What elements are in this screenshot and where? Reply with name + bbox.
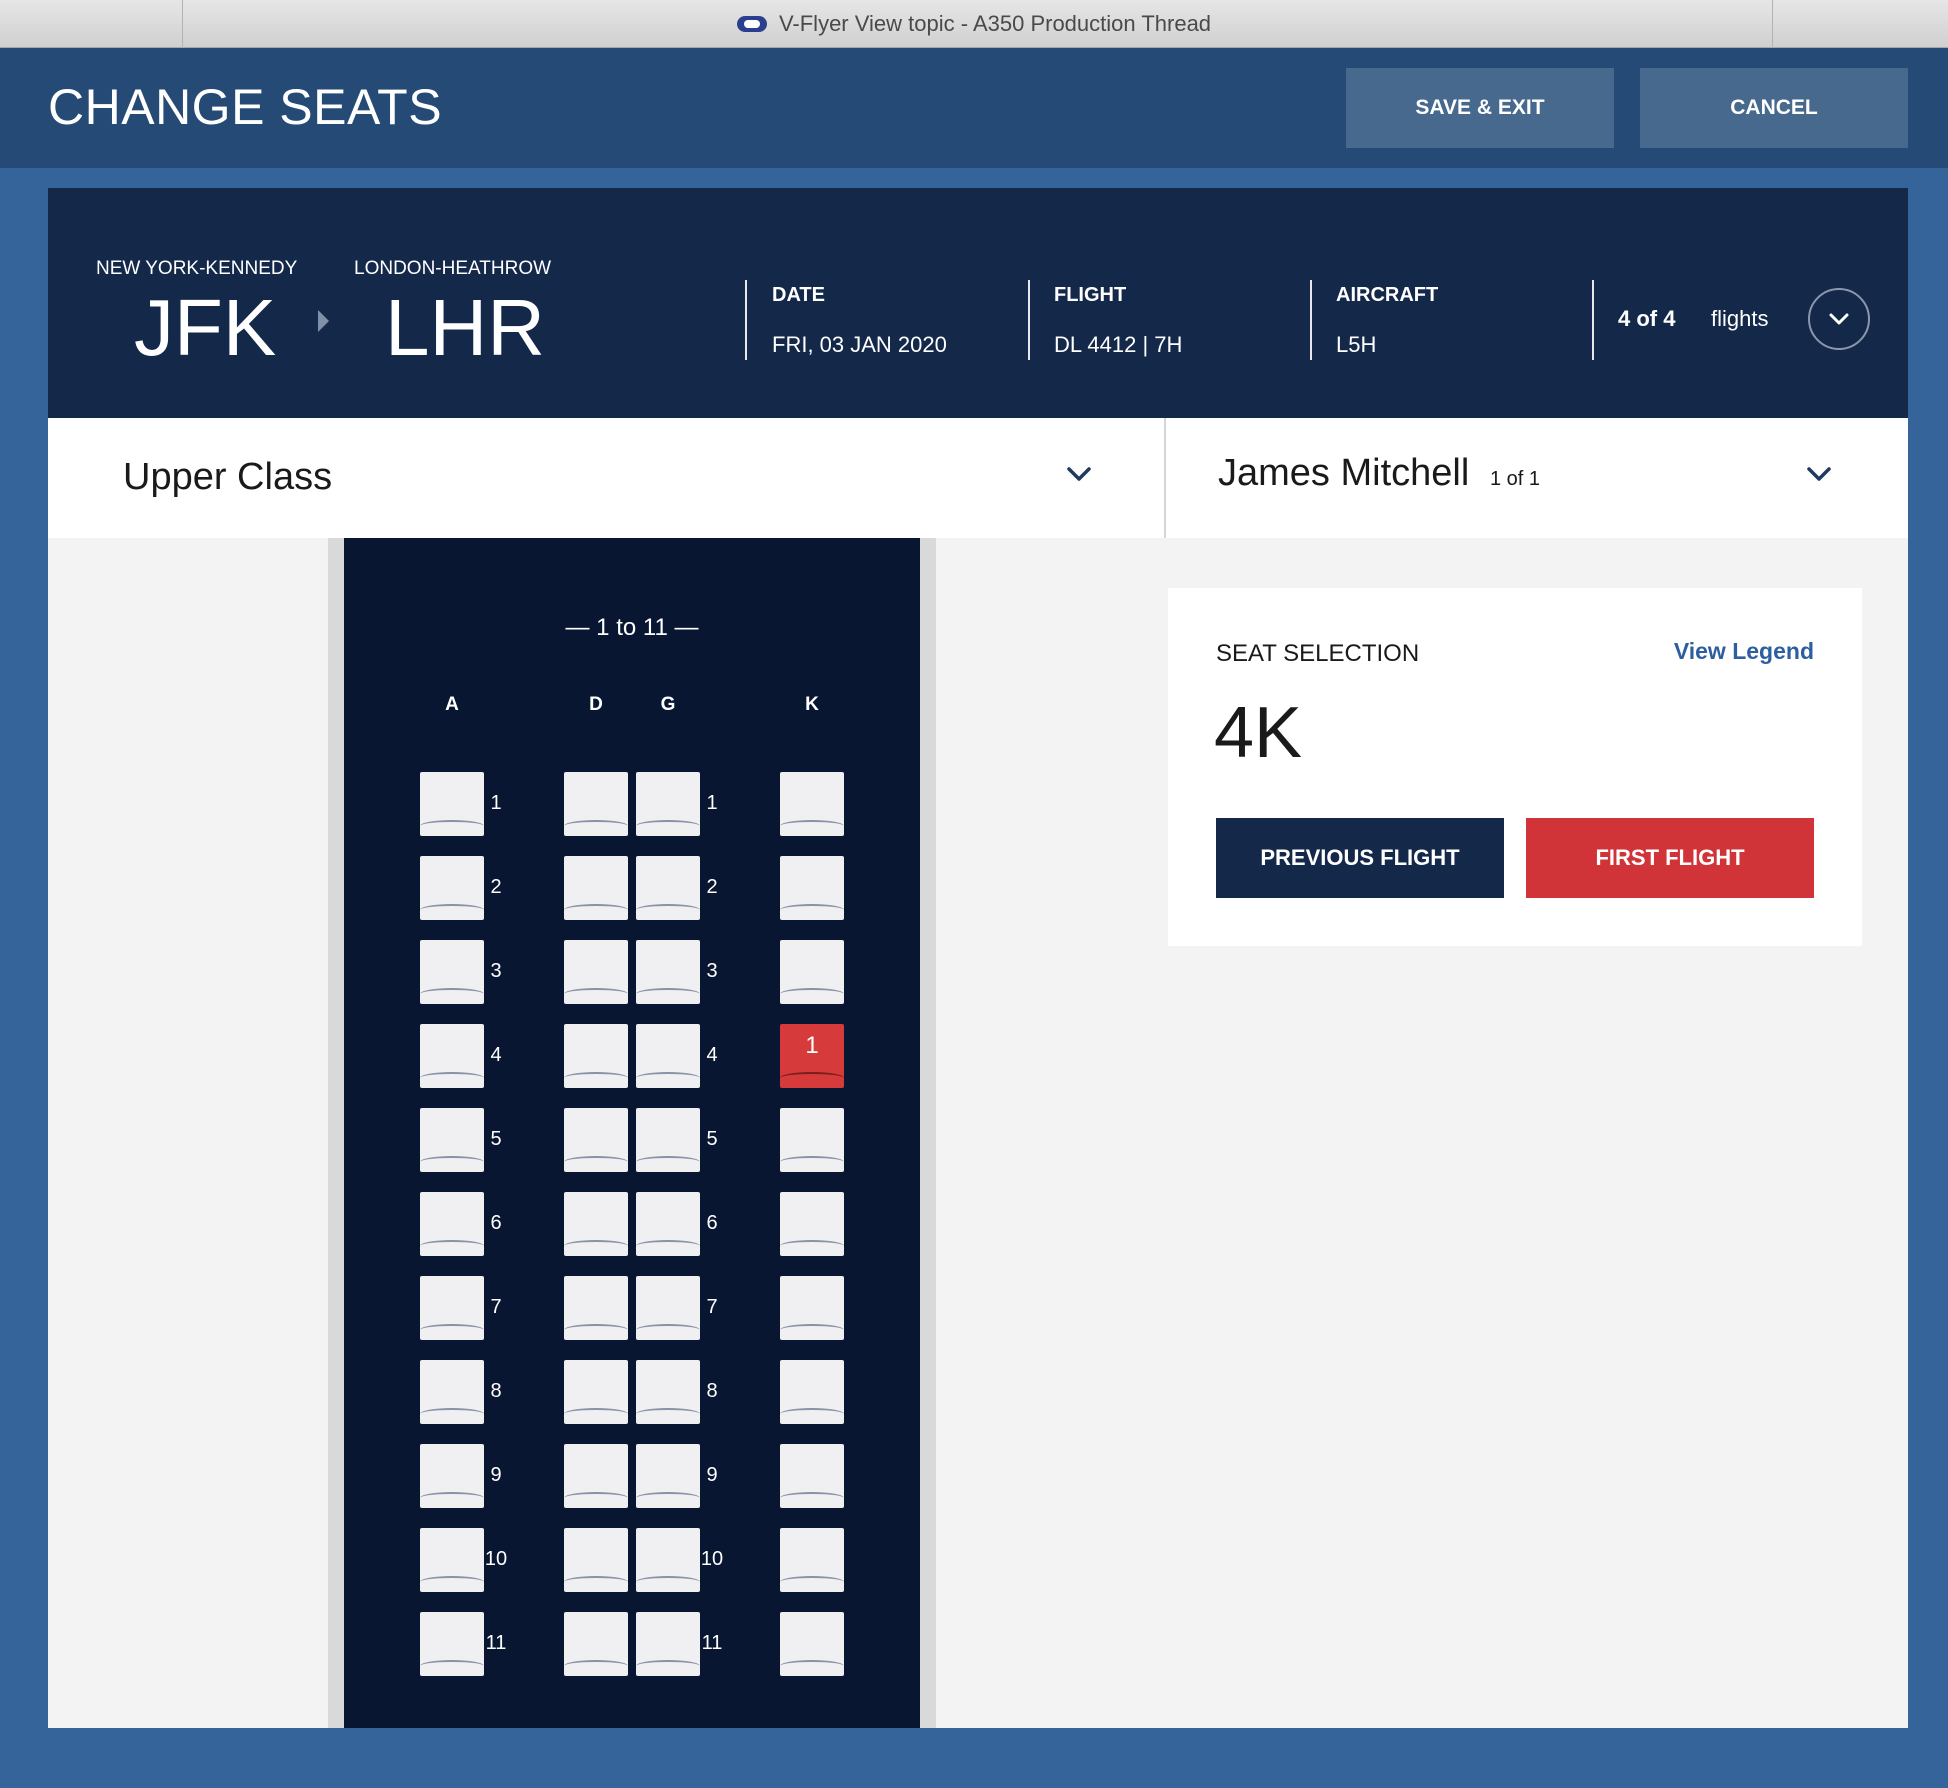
passenger-name: James Mitchell [1218, 452, 1470, 494]
divider [1592, 280, 1594, 360]
divider [1310, 280, 1312, 360]
row-number: 10 [484, 1548, 508, 1570]
page-title: CHANGE SEATS [48, 79, 443, 135]
flight-index: 4 of 4 [1618, 306, 1676, 331]
main-panel: NEW YORK-KENNEDY JFK LONDON-HEATHROW LHR… [48, 188, 1908, 1728]
row-number: 10 [700, 1548, 724, 1570]
passenger-count: 1 of 1 [1490, 468, 1541, 490]
row-number: 11 [485, 1632, 507, 1654]
row-number: 1 [706, 792, 718, 814]
expand-flights-button[interactable] [1808, 288, 1870, 350]
origin-code: JFK [134, 283, 277, 372]
seat-9k[interactable] [780, 1444, 844, 1508]
chevron-down-icon [1067, 467, 1091, 481]
cabin-dropdown[interactable]: Upper Class [48, 418, 1164, 538]
flights-word: flights [1711, 306, 1769, 331]
row-number: 2 [706, 876, 718, 898]
cancel-button[interactable]: CANCEL [1640, 68, 1908, 148]
passenger-seat-tag: 1 [805, 1032, 819, 1059]
seat-4d[interactable] [564, 1024, 628, 1088]
virgin-logo-icon [736, 16, 767, 32]
flight-value: DL 4412 | 7H [1054, 332, 1183, 357]
destination-city: LONDON-HEATHROW [354, 258, 552, 279]
seat-3k[interactable] [780, 940, 844, 1004]
fuselage-wall-right [920, 538, 936, 1728]
seat-3d[interactable] [564, 940, 628, 1004]
flight-info-bar: NEW YORK-KENNEDY JFK LONDON-HEATHROW LHR… [48, 188, 1908, 418]
browser-titlebar: V-Flyer View topic - A350 Production Thr… [0, 0, 1948, 48]
section-label: — 1 to 11 — [565, 614, 699, 641]
row-number: 11 [701, 1632, 723, 1654]
seat-2k[interactable] [780, 856, 844, 920]
row-number: 4 [490, 1044, 502, 1066]
row-number: 7 [490, 1296, 502, 1318]
view-legend-link[interactable]: View Legend [1674, 638, 1814, 665]
seat-11d[interactable] [564, 1612, 628, 1676]
selected-seat-value: 4K [1214, 693, 1303, 773]
row-number: 5 [706, 1128, 718, 1150]
previous-flight-button[interactable]: PREVIOUS FLIGHT [1216, 818, 1504, 898]
row-number: 8 [706, 1380, 718, 1402]
first-flight-button[interactable]: FIRST FLIGHT [1526, 818, 1814, 898]
aircraft-value: L5H [1336, 332, 1377, 357]
seat-1k[interactable] [780, 772, 844, 836]
chevron-down-icon [1807, 467, 1831, 481]
cabin-label: Upper Class [123, 456, 333, 498]
date-value: FRI, 03 JAN 2020 [772, 332, 947, 357]
selector-bar: Upper Class James Mitchell 1 of 1 [48, 418, 1908, 538]
row-number: 1 [490, 792, 502, 814]
row-number: 6 [706, 1212, 718, 1234]
flight-label: FLIGHT [1054, 284, 1127, 306]
row-number: 9 [490, 1464, 502, 1486]
destination-code: LHR [385, 283, 546, 372]
row-number: 3 [706, 960, 718, 982]
seat-1d[interactable] [564, 772, 628, 836]
seat-9d[interactable] [564, 1444, 628, 1508]
column-letter-a: A [445, 694, 459, 715]
column-letter-d: D [589, 694, 603, 715]
seat-8k[interactable] [780, 1360, 844, 1424]
tab-title: V-Flyer View topic - A350 Production Thr… [778, 11, 1212, 36]
column-letter-k: K [805, 694, 819, 715]
row-number: 8 [490, 1380, 502, 1402]
seat-11k[interactable] [780, 1612, 844, 1676]
seat-map: — 1 to 11 — A D G K 1 1 2 2 3 3 1 4 4 5 5 6 6 7 7 8 8 9 9 10 10 1… [344, 538, 920, 1728]
origin-city: NEW YORK-KENNEDY [96, 258, 298, 279]
row-number: 7 [706, 1296, 718, 1318]
passenger-dropdown[interactable]: James Mitchell 1 of 1 [1166, 418, 1908, 538]
row-number: 6 [490, 1212, 502, 1234]
fuselage-wall-left [328, 538, 344, 1728]
app-header: CHANGE SEATS SAVE & EXIT CANCEL [0, 48, 1948, 168]
seat-4k[interactable]: 1 [780, 1024, 844, 1088]
seat-5d[interactable] [564, 1108, 628, 1172]
seat-6d[interactable] [564, 1192, 628, 1256]
save-exit-button[interactable]: SAVE & EXIT [1346, 68, 1614, 148]
seat-selection-card: SEAT SELECTION View Legend 4K PREVIOUS F… [1168, 588, 1862, 946]
seat-7d[interactable] [564, 1276, 628, 1340]
row-number: 5 [490, 1128, 502, 1150]
date-label: DATE [772, 284, 825, 306]
chevron-down-icon [1829, 313, 1849, 325]
row-number: 9 [706, 1464, 718, 1486]
column-letter-g: G [660, 694, 676, 715]
seat-7k[interactable] [780, 1276, 844, 1340]
seat-10d[interactable] [564, 1528, 628, 1592]
seat-5k[interactable] [780, 1108, 844, 1172]
seat-10k[interactable] [780, 1528, 844, 1592]
browser-tab[interactable]: V-Flyer View topic - A350 Production Thr… [0, 0, 1948, 48]
divider [1028, 280, 1030, 360]
row-number: 2 [490, 876, 502, 898]
divider [745, 280, 747, 360]
aircraft-label: AIRCRAFT [1336, 284, 1439, 306]
seat-selection-label: SEAT SELECTION [1216, 640, 1420, 667]
seat-6k[interactable] [780, 1192, 844, 1256]
row-number: 3 [490, 960, 502, 982]
seat-8d[interactable] [564, 1360, 628, 1424]
seat-2d[interactable] [564, 856, 628, 920]
row-number: 4 [706, 1044, 718, 1066]
triangle-right-icon [318, 310, 329, 332]
